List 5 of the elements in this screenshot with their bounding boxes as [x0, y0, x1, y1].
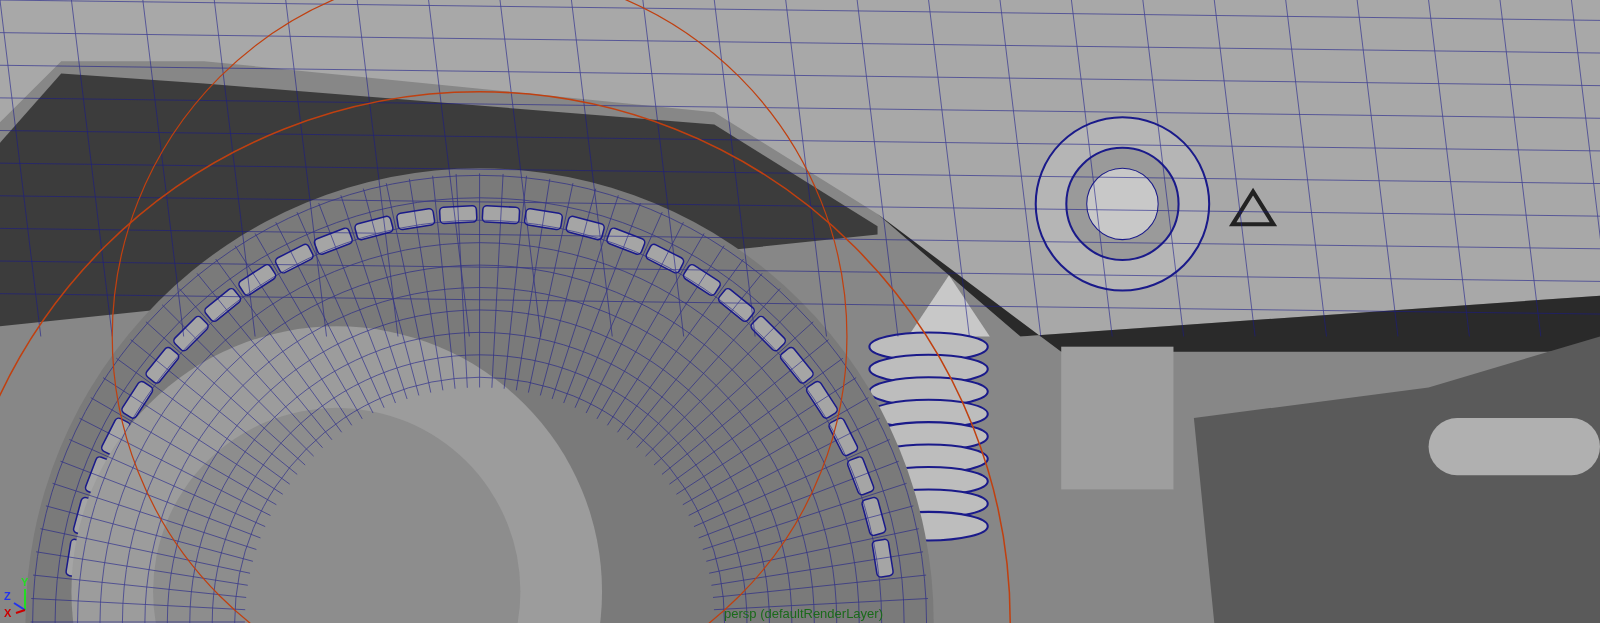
- axis-label: X: [4, 607, 12, 617]
- camera-label: persp (defaultRenderLayer): [724, 606, 883, 621]
- axis-label: Z: [4, 590, 11, 602]
- axis-gizmo-icon: [13, 588, 26, 614]
- axis-label: Y: [21, 576, 29, 588]
